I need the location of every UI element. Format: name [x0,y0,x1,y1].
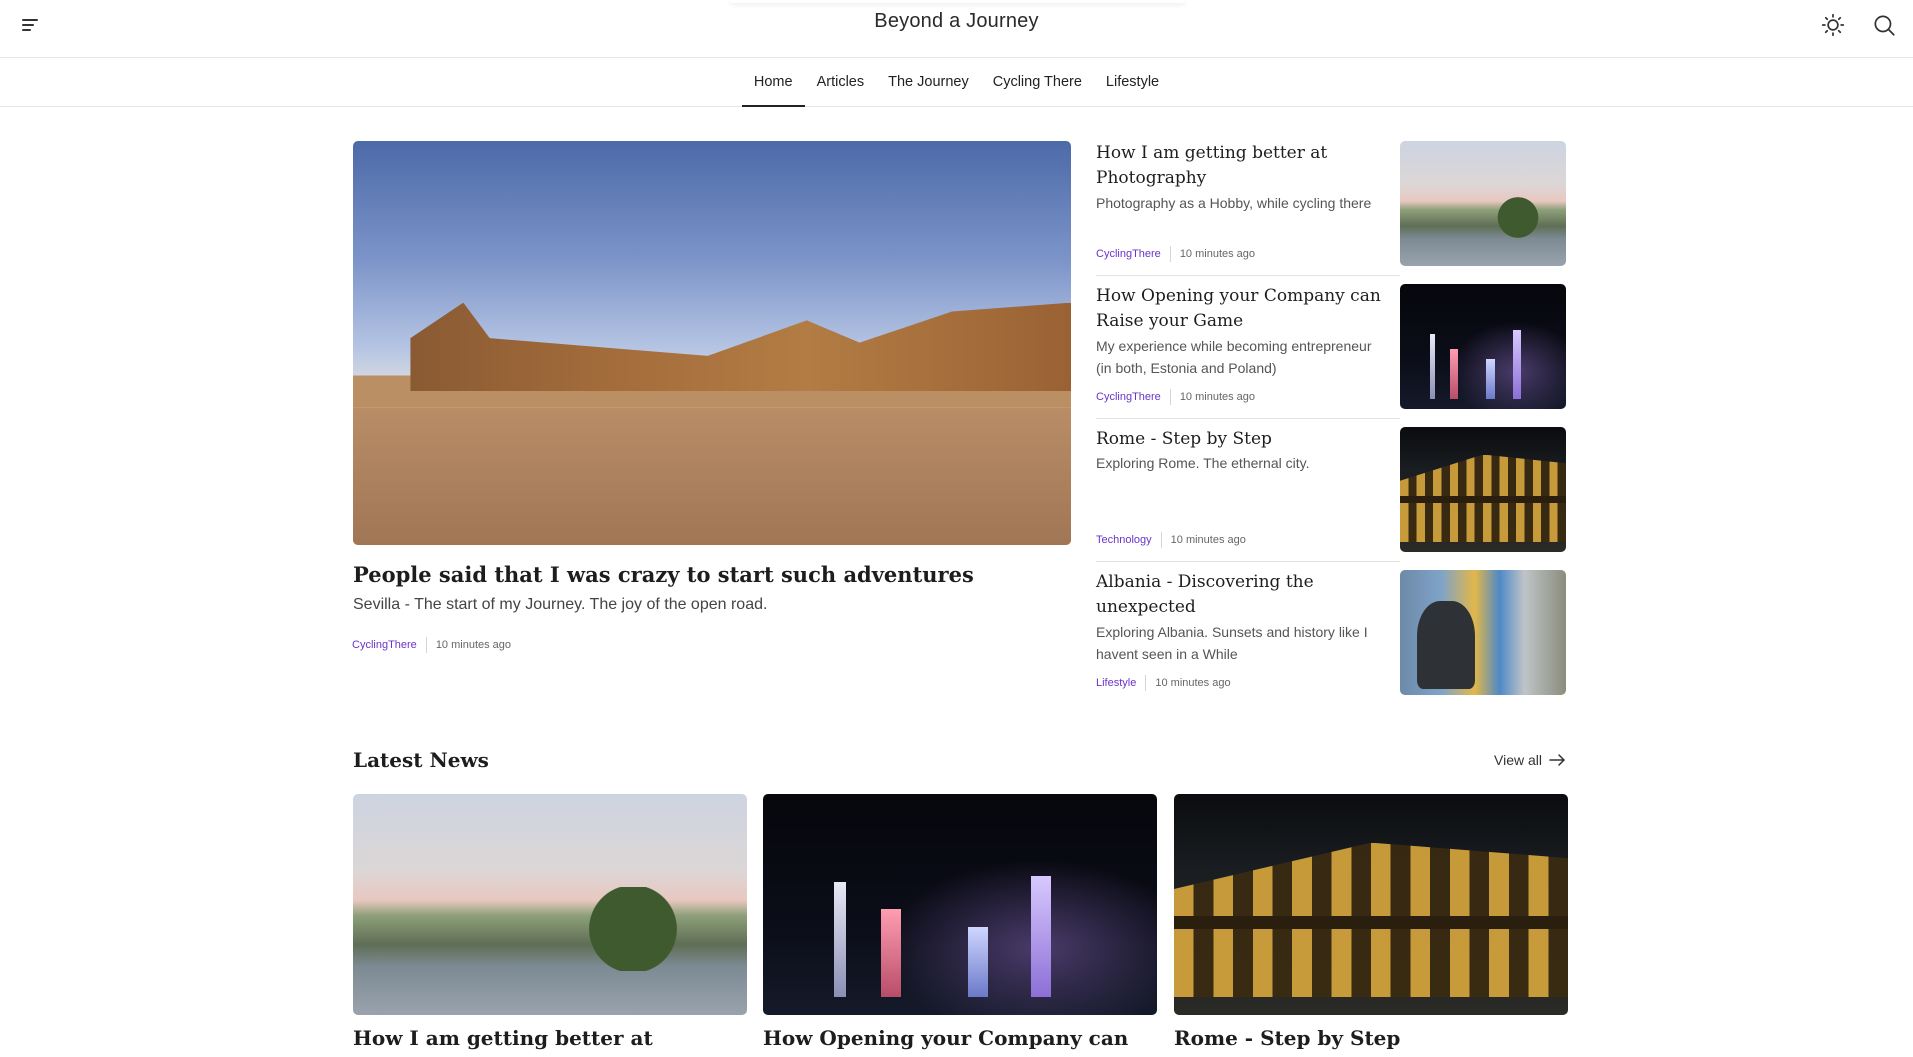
meta-divider [1160,532,1162,548]
hero-image-building [410,302,1071,392]
image-tower [1030,875,1051,998]
side-article-category-link[interactable]: Lifestyle [1096,677,1136,689]
side-article-meta: Lifestyle 10 minutes ago [1096,675,1231,691]
hero-category-link[interactable]: CyclingThere [352,639,417,651]
nav-item-home[interactable]: Home [741,58,805,107]
divider [1096,418,1400,419]
side-article-timestamp: 10 minutes ago [1179,248,1256,260]
side-article-meta: CyclingThere 10 minutes ago [1096,246,1255,262]
header-shadow [730,0,1185,3]
image-coliseum-band [1174,915,1568,929]
side-article-timestamp: 10 minutes ago [1155,677,1231,689]
image-tower [833,882,846,998]
view-all-label: View all [1494,752,1542,768]
image-tower [967,926,988,998]
image-tower [1449,349,1459,399]
sun-icon[interactable] [1820,12,1846,38]
hero-meta: CyclingThere 10 minutes ago [352,637,511,653]
latest-news-heading: Latest News [353,748,489,772]
side-article[interactable]: How I am getting better at Photography P… [1096,141,1566,275]
side-article-category-link[interactable]: CyclingThere [1096,248,1161,260]
meta-divider [1169,389,1171,405]
divider [1096,275,1400,276]
site-title[interactable]: Beyond a Journey [0,10,1913,33]
view-all-link[interactable]: View all [1494,752,1566,768]
arrow-right-icon [1549,754,1565,766]
image-coliseum-band [1400,495,1566,504]
side-article-subtitle: My experience while becoming entrepreneu… [1096,338,1372,376]
side-article-title[interactable]: How I am getting better at Photography [1096,141,1386,191]
hero-subtitle: Sevilla - The start of my Journey. The j… [353,596,768,613]
divider [1096,561,1400,562]
top-header: Beyond a Journey [0,0,1913,58]
search-icon[interactable] [1871,12,1897,38]
image-tree [1489,193,1547,241]
side-article-category-link[interactable]: Technology [1096,534,1152,546]
nav-item-cycling-there[interactable]: Cycling There [981,58,1094,106]
side-article-subtitle: Exploring Rome. The ethernal city. [1096,455,1310,471]
side-article[interactable]: Albania - Discovering the unexpected Exp… [1096,570,1566,704]
main-nav: Home Articles The Journey Cycling There … [0,58,1913,107]
side-article-meta: CyclingThere 10 minutes ago [1096,389,1255,405]
news-card-image[interactable] [353,794,747,1015]
hero-title[interactable]: People said that I was crazy to start su… [353,562,1071,587]
side-article-timestamp: 10 minutes ago [1179,391,1256,403]
news-card-image[interactable] [1174,794,1568,1015]
image-person [1416,601,1475,689]
side-article-title[interactable]: How Opening your Company can Raise your … [1096,284,1386,334]
hero-image-plaza [353,407,1071,545]
nav-item-articles[interactable]: Articles [805,58,877,106]
side-article-image[interactable] [1400,427,1566,552]
hero-image[interactable] [353,141,1071,545]
news-card-image[interactable] [763,794,1157,1015]
image-tower [1429,334,1435,399]
nav-item-the-journey[interactable]: The Journey [876,58,981,106]
side-article-title[interactable]: Albania - Discovering the unexpected [1096,570,1386,620]
side-article-subtitle: Exploring Albania. Sunsets and history l… [1096,624,1368,662]
hero-timestamp: 10 minutes ago [435,639,512,651]
meta-divider [425,637,427,653]
meta-divider [1169,246,1171,262]
image-tower [1486,359,1495,399]
news-card-title[interactable]: Rome - Step by Step [1174,1026,1568,1050]
image-tower [881,908,901,998]
side-article-title[interactable]: Rome - Step by Step [1096,427,1386,452]
image-tower [1512,330,1522,399]
meta-divider [1145,675,1147,691]
side-article-image[interactable] [1400,570,1566,695]
news-card-title[interactable]: How I am getting better at [353,1026,747,1050]
nav-item-lifestyle[interactable]: Lifestyle [1094,58,1171,106]
image-tree [565,886,700,971]
side-article[interactable]: How Opening your Company can Raise your … [1096,284,1566,418]
news-card-title[interactable]: How Opening your Company can [763,1026,1157,1050]
side-article-subtitle: Photography as a Hobby, while cycling th… [1096,195,1372,211]
side-article-meta: Technology 10 minutes ago [1096,532,1246,548]
side-article-image[interactable] [1400,141,1566,266]
side-article[interactable]: Rome - Step by Step Exploring Rome. The … [1096,427,1566,561]
side-article-image[interactable] [1400,284,1566,409]
side-article-timestamp: 10 minutes ago [1170,534,1246,546]
side-article-category-link[interactable]: CyclingThere [1096,391,1161,403]
